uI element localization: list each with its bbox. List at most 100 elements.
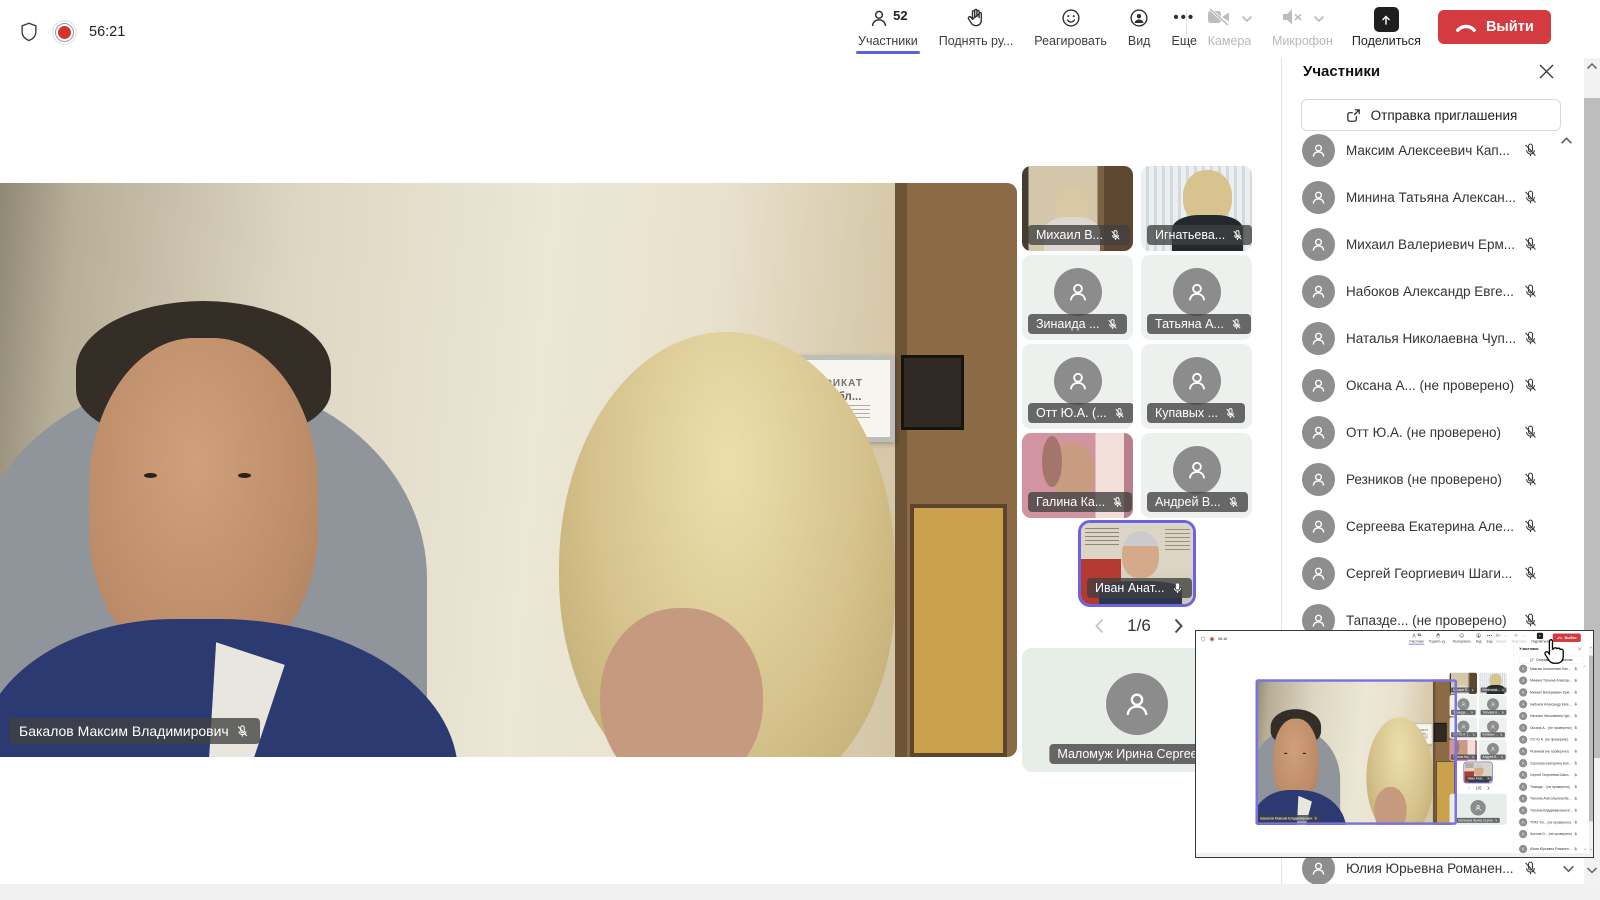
toolbar-left: 56:21 [18,20,125,44]
react-button: Реагировать [1452,633,1471,643]
video-tile[interactable]: Купавых ... [1141,344,1252,429]
participant-row[interactable]: Михаил Валериевич Ерм... [1282,221,1584,268]
video-tile: Андрей В... [1479,740,1507,761]
list-scroll-down-icon[interactable] [1562,864,1575,874]
participant-row: Наталья Николаевна Чуп... [1514,710,1589,722]
participant-row[interactable]: Максим Алексеевич Кап... [1282,127,1584,174]
participant-name: Тапазде... (не проверено) [1530,785,1570,789]
main-video-tile[interactable]: СЕРТИФИКАТ 20 000 рубл... Бакалов Максим… [0,183,1017,757]
tile-name-badge: Отт Ю.А. (... [1451,732,1477,737]
mic-off-icon[interactable] [1522,860,1539,877]
react-button[interactable]: Реагировать [1032,7,1109,48]
mic-off-icon[interactable] [1522,471,1539,488]
mic-off-icon[interactable] [1522,612,1539,629]
avatar [1487,743,1499,755]
tile-name-badge: Татьяна А... [1481,710,1507,715]
tile-name: Маломуж Ирина Сергее [1458,819,1493,823]
avatar [1106,673,1168,735]
tile-name: Галина Ка... [1036,495,1105,509]
view-icon [1128,7,1150,31]
toolbar-center: 52 Участники Поднять ру... Реагировать [1408,633,1493,643]
scroll-up-icon[interactable] [1586,62,1598,71]
certificate-title: СЕРТИФИКАТ [1409,729,1428,732]
mic-off-icon[interactable] [1522,424,1539,441]
camera-label: Камера [1208,34,1252,48]
participant-row[interactable]: Отт Ю.А. (не проверено) [1282,409,1584,456]
participant-row[interactable]: Резников (не проверено) [1282,456,1584,503]
mic-off-icon [1471,688,1474,691]
participant-row[interactable]: Набоков Александр Евге... [1282,268,1584,315]
participant-row[interactable]: Сергей Георгиевич Шаги... [1282,550,1584,597]
pager-next-icon[interactable] [1172,617,1185,635]
mic-off-icon [1231,229,1244,242]
video-tile[interactable]: Зинаида ... [1022,255,1133,340]
tile-name: Иван Анат... [1468,777,1485,781]
recording-indicator-icon [1210,637,1214,641]
mic-off-icon [1574,667,1578,671]
video-tile: Михаил В... [1450,673,1478,694]
panel-title: Участники [1303,63,1380,80]
share-button[interactable]: Поделиться [1350,7,1423,48]
avatar [1302,463,1335,496]
mic-off-icon[interactable] [1522,283,1539,300]
list-scroll-up-icon[interactable] [1560,136,1573,146]
camera-options-chevron-icon[interactable] [1241,10,1253,28]
mic-off-icon [1574,690,1578,694]
participants-icon [868,7,890,34]
mic-off-icon[interactable] [1522,142,1539,159]
participant-row[interactable]: Оксана А... (не проверено) [1282,362,1584,409]
react-label: Реагировать [1034,34,1107,48]
mic-button[interactable]: Микрофон [1270,7,1335,48]
video-tile[interactable]: Отт Ю.А. (... [1022,344,1133,429]
mic-off-icon[interactable] [1522,565,1539,582]
toolbar-divider [1186,9,1187,45]
mic-off-icon[interactable] [1522,189,1539,206]
video-tile[interactable]: Игнатьева... [1141,166,1252,251]
security-shield-icon[interactable] [18,20,40,44]
screen-share-mini-window: 56:16 52 Участники Поднять ру... [1196,631,1593,857]
camera-off-icon [1495,632,1501,639]
mic-off-icon[interactable] [1522,236,1539,253]
participant-name: Резников (не проверено) [1346,472,1502,487]
participant-row[interactable]: Минина Татьяна Алексан... [1282,174,1584,221]
invite-label: Отправка приглашения [1536,658,1572,662]
participant-row[interactable]: Наталья Николаевна Чуп... [1282,315,1584,362]
active-speaker-tile[interactable]: Иван Анат... [1081,523,1193,604]
mic-off-icon[interactable] [1522,377,1539,394]
main-video-name-badge: Бакалов Максим Владимирович [9,718,260,744]
mic-off-icon [1111,496,1124,509]
participant-name: Резников (не проверено) [1530,750,1569,754]
leave-button[interactable]: Выйти [1438,10,1551,44]
participant-name: Татьяна Анатольевна Ве... [1530,797,1571,801]
video-tile[interactable]: Татьяна А... [1141,255,1252,340]
scroll-down-icon[interactable] [1586,866,1598,875]
avatar [1173,357,1221,405]
screen-share-preview[interactable]: 56:16 52 Участники Поднять ру... [1195,630,1594,858]
participants-button[interactable]: 52 Участники [856,7,920,48]
tile-name: Отт Ю.А. (... [1453,733,1471,737]
mic-off-icon[interactable] [1522,518,1539,535]
avatar [1519,783,1527,791]
raise-hand-button[interactable]: Поднять ру... [937,7,1016,48]
video-tile-bottom: Маломуж Ирина Сергее [1450,794,1507,825]
video-tile[interactable]: Андрей В... [1141,433,1252,518]
mic-options-chevron-icon[interactable] [1313,10,1325,28]
participant-name: Михаил Валериевич Ерм... [1530,691,1572,695]
raise-hand-label: Поднять ру... [939,34,1014,48]
pager-prev-icon[interactable] [1093,617,1106,635]
camera-button[interactable]: Камера [1204,7,1255,48]
active-speaker-tile: Иван Анат... [1464,762,1492,782]
participant-name: Тапазде... (не проверено) [1346,613,1507,628]
participant-row[interactable]: Сергеева Екатерина Але... [1282,503,1584,550]
close-icon[interactable] [1538,63,1555,80]
more-icon: ••• [1487,633,1492,639]
list-scroll-down-icon [1584,848,1587,851]
participant-row: ТПАТ Тю... (не проверено) [1514,816,1589,828]
view-button[interactable]: Вид [1126,7,1153,48]
tile-video-scene [1450,673,1478,694]
video-tile[interactable]: Галина Ка... [1022,433,1133,518]
participants-list: Максим Алексеевич Кап... Минина Татьяна … [1514,663,1589,855]
mic-off-icon[interactable] [1522,330,1539,347]
speaker-suit-shape [1469,777,1490,783]
video-tile[interactable]: Михаил В... [1022,166,1133,251]
